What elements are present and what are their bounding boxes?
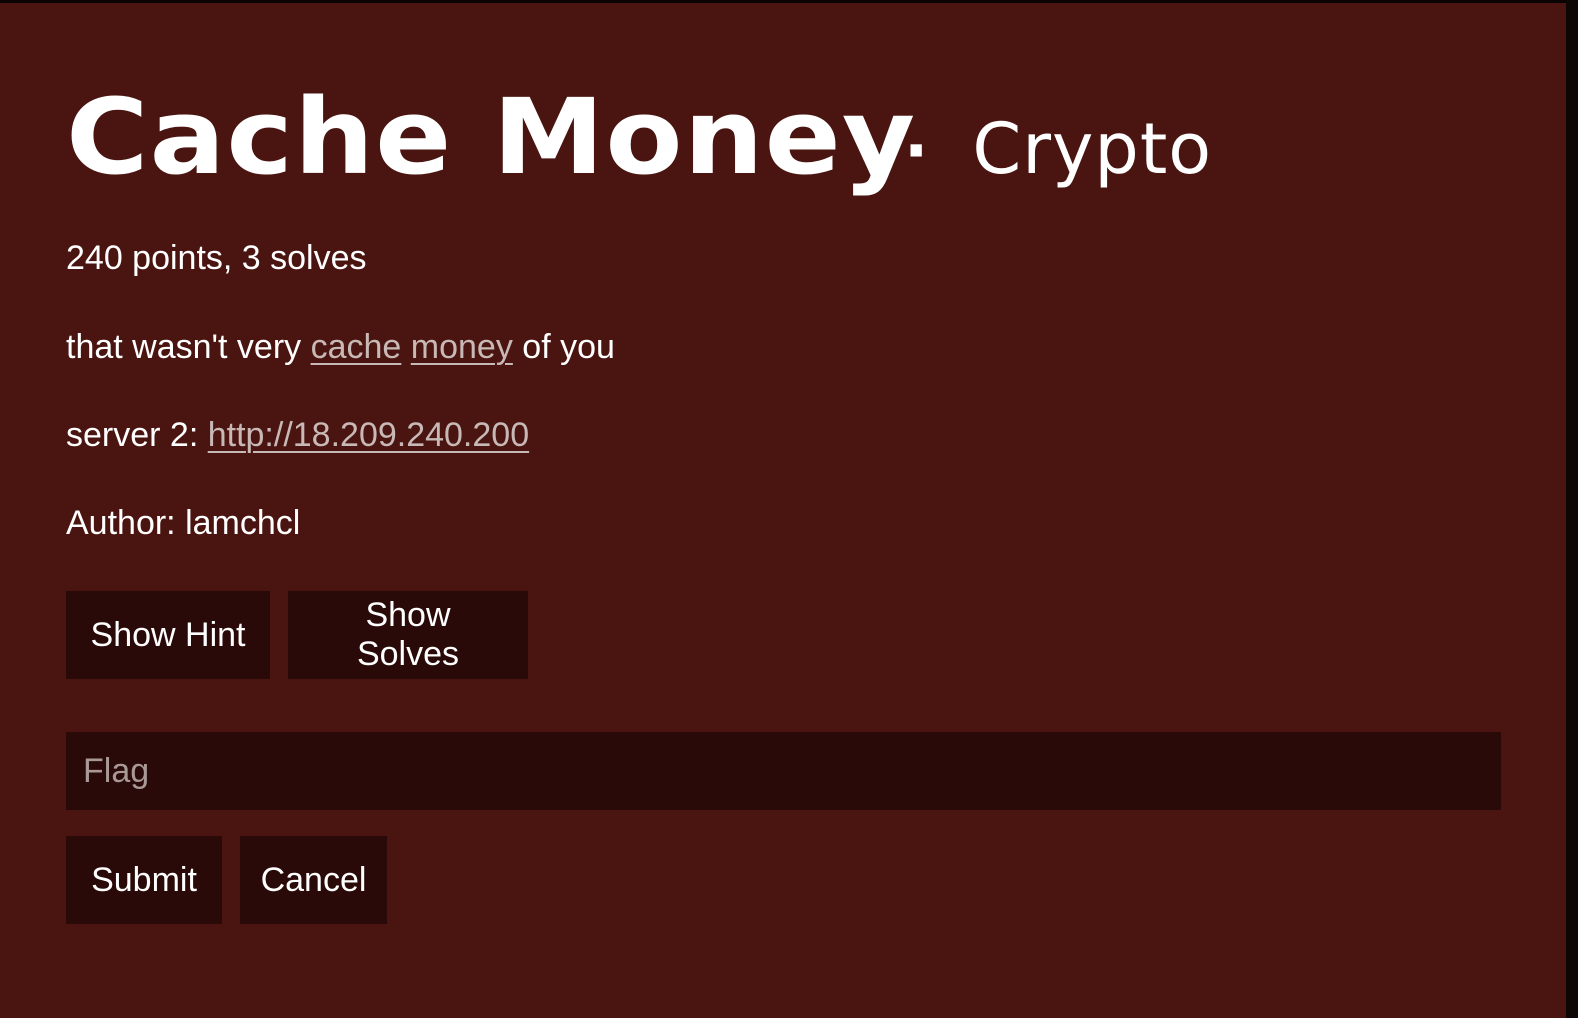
show-hint-button[interactable]: Show Hint bbox=[66, 591, 270, 679]
show-solves-button[interactable]: Show Solves bbox=[288, 591, 528, 679]
money-link[interactable]: money bbox=[411, 328, 513, 366]
challenge-title: Cache Money bbox=[66, 76, 917, 198]
description-prefix: that wasn't very bbox=[66, 328, 311, 366]
challenge-modal: Cache Money · Crypto 240 points, 3 solve… bbox=[0, 3, 1566, 1018]
cancel-button[interactable]: Cancel bbox=[240, 836, 387, 924]
window-right-edge bbox=[1566, 0, 1578, 1018]
challenge-author: Author: lamchcl bbox=[66, 504, 301, 542]
challenge-description: that wasn't very cache money of you bbox=[66, 330, 615, 364]
server-url-link[interactable]: http://18.209.240.200 bbox=[208, 416, 529, 454]
server-line: server 2: http://18.209.240.200 bbox=[66, 418, 529, 452]
challenge-category: Crypto bbox=[972, 108, 1213, 190]
description-space bbox=[401, 328, 410, 366]
challenge-stats: 240 points, 3 solves bbox=[66, 239, 367, 277]
challenge-header: Cache Money · Crypto bbox=[66, 85, 1212, 190]
server-label: server 2: bbox=[66, 416, 208, 454]
flag-input[interactable] bbox=[66, 732, 1501, 810]
submit-button[interactable]: Submit bbox=[66, 836, 222, 924]
cache-link[interactable]: cache bbox=[311, 328, 402, 366]
description-suffix: of you bbox=[512, 328, 615, 366]
